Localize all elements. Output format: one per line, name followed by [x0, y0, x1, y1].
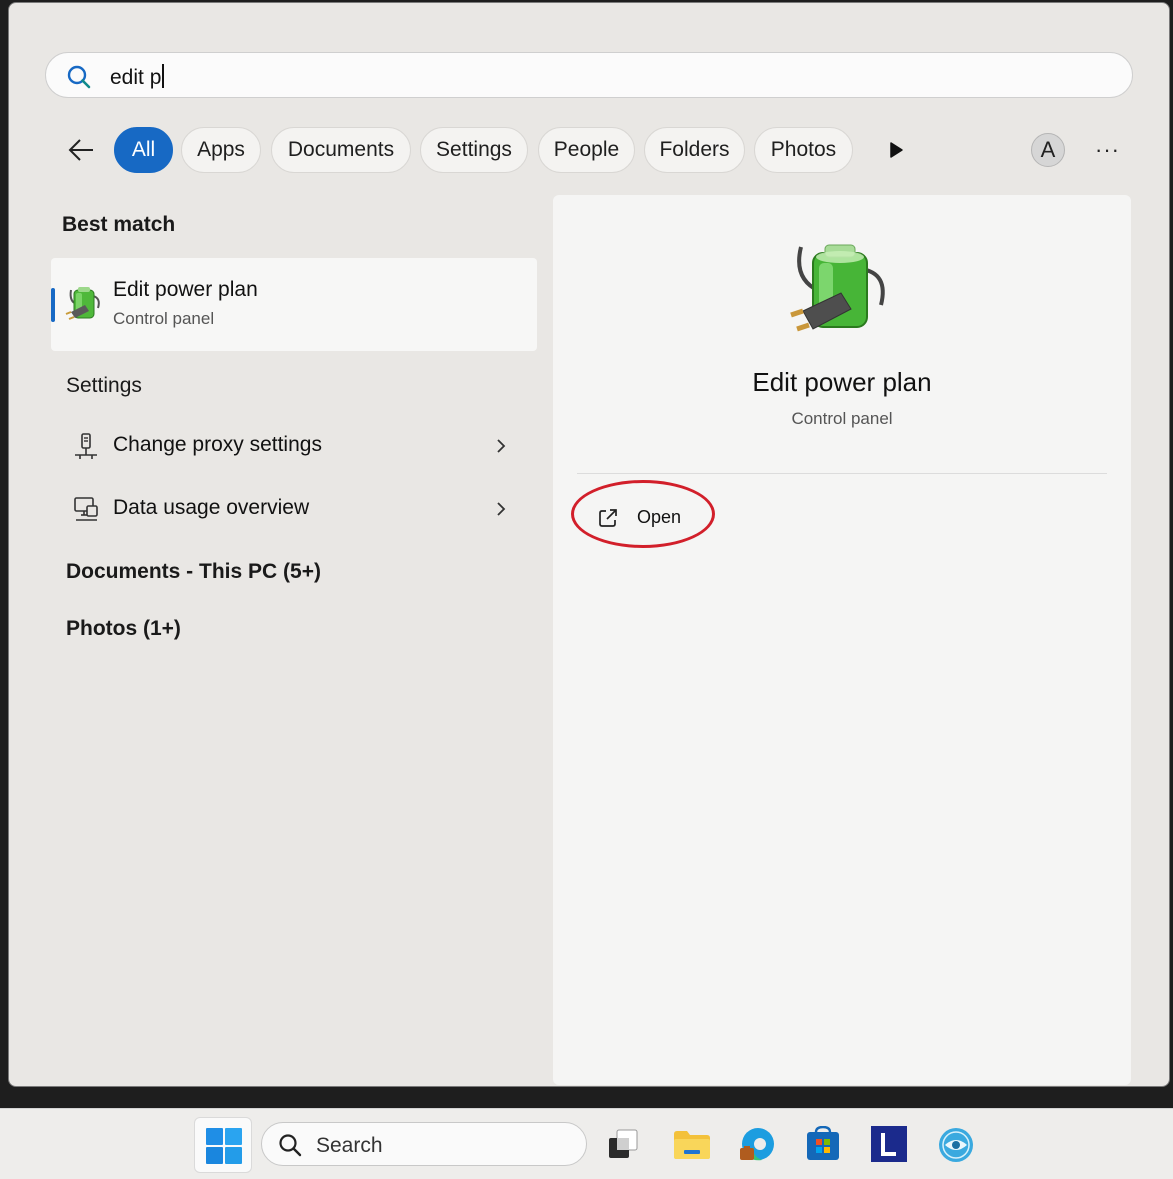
filter-chip-apps[interactable]: Apps — [181, 127, 261, 173]
eye-app-icon[interactable] — [937, 1126, 973, 1162]
filter-chip-documents[interactable]: Documents — [271, 127, 411, 173]
red-annotation-circle — [571, 480, 715, 548]
start-button[interactable] — [194, 1117, 252, 1173]
account-avatar[interactable]: A — [1031, 133, 1065, 167]
l-app-icon[interactable] — [871, 1126, 907, 1162]
search-input[interactable]: edit p — [110, 64, 164, 90]
settings-result-label: Data usage overview — [113, 496, 310, 519]
documents-heading[interactable]: Documents - This PC (5+) — [66, 560, 321, 584]
task-view-icon[interactable] — [605, 1126, 641, 1162]
filter-chip-photos[interactable]: Photos — [754, 127, 853, 173]
photos-heading[interactable]: Photos (1+) — [66, 617, 181, 641]
edge-icon[interactable] — [738, 1126, 774, 1162]
detail-divider — [577, 473, 1107, 474]
windows-logo-icon — [206, 1128, 242, 1164]
chevron-right-icon[interactable] — [495, 500, 507, 523]
microsoft-store-icon[interactable] — [805, 1125, 841, 1162]
file-explorer-icon[interactable] — [673, 1126, 710, 1162]
selection-indicator — [51, 288, 55, 322]
search-box[interactable]: edit p — [45, 52, 1133, 98]
taskbar-search-box[interactable]: Search — [261, 1122, 587, 1166]
chevron-right-icon[interactable] — [495, 437, 507, 460]
best-match-subtitle: Control panel — [113, 309, 215, 328]
best-match-result[interactable]: Edit power plan Control panel — [51, 258, 537, 351]
data-usage-monitor-icon — [73, 496, 99, 529]
settings-result-data-usage[interactable]: Data usage overview — [51, 484, 537, 534]
power-plan-battery-icon — [789, 239, 893, 344]
search-icon — [66, 64, 92, 95]
search-panel: edit p All Apps Documents Settings Peopl… — [8, 2, 1170, 1087]
filter-chip-all[interactable]: All — [114, 127, 173, 173]
detail-subtitle: Control panel — [791, 409, 893, 428]
search-icon — [278, 1133, 302, 1162]
best-match-heading: Best match — [62, 213, 176, 236]
back-arrow-icon[interactable] — [67, 137, 95, 168]
text-caret — [162, 64, 164, 88]
taskbar: Search — [0, 1108, 1173, 1179]
more-filters-arrow-icon[interactable] — [888, 141, 904, 164]
settings-result-label: Change proxy settings — [113, 433, 322, 456]
settings-heading: Settings — [66, 374, 142, 397]
proxy-network-icon — [73, 433, 99, 466]
filter-chip-settings[interactable]: Settings — [420, 127, 528, 173]
more-options-icon[interactable]: ··· — [1095, 137, 1120, 163]
filter-chip-people[interactable]: People — [538, 127, 635, 173]
power-plan-battery-icon — [65, 284, 103, 329]
taskbar-search-placeholder: Search — [316, 1134, 383, 1157]
result-detail-pane: Edit power plan Control panel Open — [553, 195, 1131, 1085]
detail-title: Edit power plan — [752, 367, 932, 397]
best-match-title: Edit power plan — [113, 278, 258, 301]
settings-result-proxy[interactable]: Change proxy settings — [51, 421, 537, 471]
filter-chip-folders[interactable]: Folders — [644, 127, 745, 173]
